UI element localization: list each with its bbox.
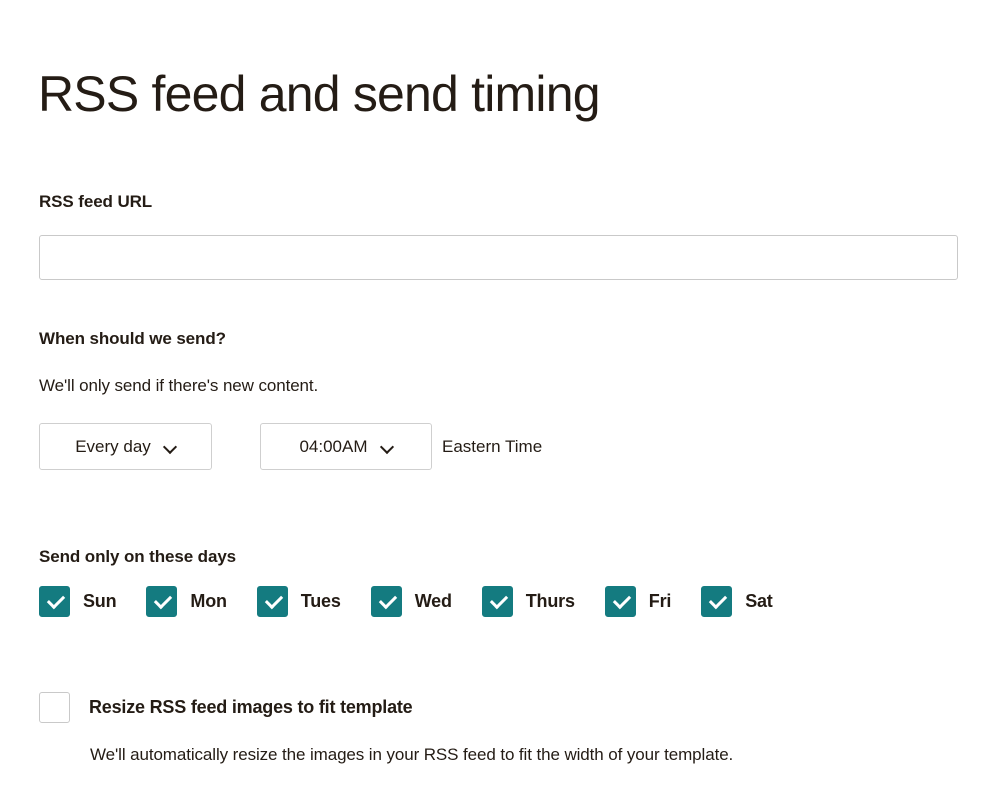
send-timing-label: When should we send? xyxy=(39,329,226,348)
rss-feed-url-input[interactable] xyxy=(39,235,958,280)
day-label: Sat xyxy=(745,591,773,611)
day-label: Mon xyxy=(190,591,227,611)
send-time-select[interactable]: 04:00AM xyxy=(260,423,432,470)
day-checkbox-item[interactable]: Tues xyxy=(256,586,341,617)
rss-feed-url-label: RSS feed URL xyxy=(39,192,153,211)
page-title: RSS feed and send timing xyxy=(38,65,601,122)
chevron-down-icon xyxy=(164,441,176,453)
resize-images-row[interactable]: Resize RSS feed images to fit template xyxy=(39,692,413,723)
day-label: Wed xyxy=(414,591,452,611)
send-timing-controls: Every day 04:00AM Eastern Time xyxy=(39,423,542,470)
chevron-down-icon xyxy=(381,441,393,453)
day-checkbox-item[interactable]: Sat xyxy=(701,586,773,617)
day-checkbox[interactable] xyxy=(146,586,178,617)
frequency-select-value: Every day xyxy=(75,436,151,456)
frequency-select[interactable]: Every day xyxy=(39,423,212,470)
day-checkbox-item[interactable]: Fri xyxy=(604,586,672,617)
day-label: Fri xyxy=(648,591,672,611)
day-checkbox-item[interactable]: Thurs xyxy=(481,586,575,617)
resize-images-help-text: We'll automatically resize the images in… xyxy=(90,745,734,764)
day-checkbox[interactable] xyxy=(481,586,513,617)
timezone-label: Eastern Time xyxy=(442,436,543,456)
rss-settings-page: RSS feed and send timing RSS feed URL Wh… xyxy=(0,0,1000,793)
day-label: Sun xyxy=(83,591,117,611)
day-checkbox[interactable] xyxy=(370,586,402,617)
send-timing-help-text: We'll only send if there's new content. xyxy=(39,376,319,395)
send-time-select-value: 04:00AM xyxy=(299,436,368,456)
day-checkbox-item[interactable]: Mon xyxy=(146,586,227,617)
resize-images-label: Resize RSS feed images to fit template xyxy=(89,697,413,717)
day-checkbox[interactable] xyxy=(39,586,70,617)
day-checkbox[interactable] xyxy=(701,586,733,617)
day-label: Tues xyxy=(300,591,341,611)
day-checkbox[interactable] xyxy=(604,586,636,617)
day-label: Thurs xyxy=(525,591,575,611)
resize-images-checkbox[interactable] xyxy=(39,692,70,723)
day-checkbox-item[interactable]: Wed xyxy=(370,586,452,617)
day-checkbox[interactable] xyxy=(256,586,288,617)
send-days-label: Send only on these days xyxy=(39,547,237,566)
day-checkbox-item[interactable]: Sun xyxy=(39,586,117,617)
send-days-checkbox-group: Sun Mon Tues Wed Thurs Fri Sat xyxy=(39,586,773,617)
